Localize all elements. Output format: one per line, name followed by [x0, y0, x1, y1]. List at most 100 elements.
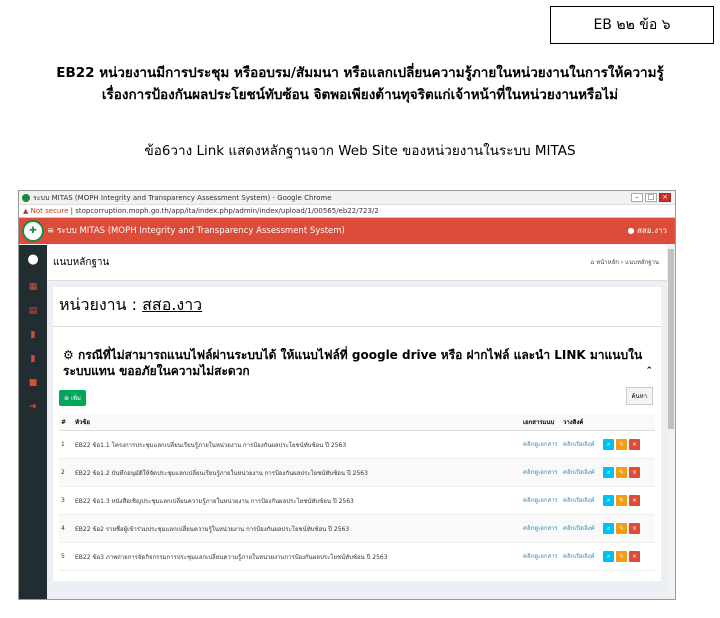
document-heading: EB22 หน่วยงานมีการประชุม หรืออบรม/สัมมนา…	[10, 62, 710, 106]
open-link-link[interactable]: คลิกเปิดลิงค์	[561, 486, 601, 515]
user-name: สสอ.งาว	[636, 226, 667, 235]
view-document-link[interactable]: คลิกดูเอกสาร	[521, 514, 561, 543]
delete-icon[interactable]: ×	[629, 495, 640, 506]
gear-icon: ⚙	[63, 348, 78, 362]
view-icon[interactable]: ⌕	[603, 439, 614, 450]
edit-icon[interactable]: ✎	[616, 523, 627, 534]
view-icon[interactable]: ⌕	[603, 523, 614, 534]
search-button[interactable]: ค้นหา	[625, 387, 653, 405]
edit-icon[interactable]: ✎	[616, 467, 627, 478]
window-title: ระบบ MITAS (MOPH Integrity and Transpare…	[33, 194, 332, 202]
delete-icon[interactable]: ×	[629, 467, 640, 478]
breadcrumb-current: แนบหลักฐาน	[625, 259, 659, 266]
maximize-icon[interactable]: □	[645, 193, 657, 202]
row-no: 2	[59, 458, 73, 487]
chevron-up-icon[interactable]: ⌃	[645, 363, 653, 379]
calendar-icon[interactable]: ▦	[19, 275, 47, 299]
row-title: EB22 ข้อ1.2 บันทึกอนุมัติให้จัดประชุมแลก…	[73, 458, 521, 487]
agency-label: หน่วยงาน :	[59, 295, 138, 314]
browser-title-bar: ระบบ MITAS (MOPH Integrity and Transpare…	[19, 191, 675, 205]
minimize-icon[interactable]: –	[631, 193, 643, 202]
chart-icon-2[interactable]: ▮	[19, 347, 47, 371]
open-link-link[interactable]: คลิกเปิดลิงค์	[561, 430, 601, 459]
table-row: 4 EB22 ข้อ2 รายชื่อผู้เข้าร่วมประชุมแลกเ…	[59, 514, 655, 543]
table-row: 3 EB22 ข้อ1.3 หนังสือเชิญประชุมแลกเปลี่ย…	[59, 486, 655, 515]
edit-icon[interactable]: ✎	[616, 551, 627, 562]
page-scrollbar[interactable]	[667, 245, 675, 599]
view-document-link[interactable]: คลิกดูเอกสาร	[521, 458, 561, 487]
document-icon[interactable]: ▤	[19, 299, 47, 323]
page-title: แนบหลักฐาน	[53, 257, 110, 268]
window-controls: – □ ×	[631, 193, 671, 202]
row-actions: ⌕ ✎ ×	[601, 542, 655, 571]
logout-icon[interactable]: ➜	[19, 395, 47, 419]
delete-icon[interactable]: ×	[629, 551, 640, 562]
table-header-row: # หัวข้อ เอกสารแนบ วางลิงค์	[59, 414, 655, 431]
row-title: EB22 ข้อ1.1 โครงการประชุมแลกเปลี่ยนเรียน…	[73, 430, 521, 459]
row-no: 3	[59, 486, 73, 515]
notice-box: ⚙ กรณีที่ไม่สามารถแนบไฟล์ผ่านระบบได้ ให้…	[53, 327, 661, 381]
col-attachment: เอกสารแนบ	[521, 414, 561, 431]
scrollbar-thumb[interactable]	[668, 249, 674, 429]
app-navbar: ✚ ≡ ระบบ MITAS (MOPH Integrity and Trans…	[19, 218, 675, 244]
view-icon[interactable]: ⌕	[603, 551, 614, 562]
view-icon[interactable]: ⌕	[603, 467, 614, 478]
sidebar: ● ▦ ▤ ▮ ▮ ■ ➜	[19, 245, 47, 599]
address-bar[interactable]: ▲ Not secure | stopcorruption.moph.go.th…	[19, 205, 675, 218]
edit-icon[interactable]: ✎	[616, 439, 627, 450]
col-title: หัวข้อ	[73, 414, 521, 431]
avatar-icon: ●	[27, 252, 39, 267]
heading-line-1: EB22 หน่วยงานมีการประชุม หรืออบรม/สัมมนา…	[56, 65, 664, 81]
view-document-link[interactable]: คลิกดูเอกสาร	[521, 430, 561, 459]
breadcrumb: ⌂ หน้าหลัก › แนบหลักฐาน	[591, 245, 659, 281]
evidence-table: # หัวข้อ เอกสารแนบ วางลิงค์ 1 EB22 ข้อ1.…	[59, 414, 655, 571]
agency-heading: หน่วยงาน : สสอ.งาว	[53, 287, 661, 327]
open-link-link[interactable]: คลิกเปิดลิงค์	[561, 458, 601, 487]
close-icon[interactable]: ×	[659, 193, 671, 202]
warning-icon: ▲	[23, 207, 29, 215]
open-link-link[interactable]: คลิกเปิดลิงค์	[561, 514, 601, 543]
reference-label: EB ๒๒ ข้อ ๖	[550, 6, 714, 44]
col-actions	[601, 414, 655, 431]
row-actions: ⌕ ✎ ×	[601, 430, 655, 459]
page-header: แนบหลักฐาน ⌂ หน้าหลัก › แนบหลักฐาน	[47, 245, 667, 281]
col-link: วางลิงค์	[561, 414, 601, 431]
embedded-screenshot: ระบบ MITAS (MOPH Integrity and Transpare…	[18, 190, 676, 600]
heading-line-2: เรื่องการป้องกันผลประโยชน์ทับซ้อน จิตพอเ…	[101, 87, 619, 103]
delete-icon[interactable]: ×	[629, 439, 640, 450]
row-title: EB22 ข้อ1.3 หนังสือเชิญประชุมแลกเปลี่ยนค…	[73, 486, 521, 515]
delete-icon[interactable]: ×	[629, 523, 640, 534]
open-link-link[interactable]: คลิกเปิดลิงค์	[561, 542, 601, 571]
main-content: แนบหลักฐาน ⌂ หน้าหลัก › แนบหลักฐาน หน่วย…	[47, 245, 667, 599]
favicon-icon	[22, 194, 30, 202]
table-row: 1 EB22 ข้อ1.1 โครงการประชุมแลกเปลี่ยนเรี…	[59, 430, 655, 459]
not-secure-label: Not secure	[30, 207, 69, 215]
user-icon: ●	[627, 226, 635, 235]
row-no: 1	[59, 430, 73, 459]
chart-icon[interactable]: ▮	[19, 323, 47, 347]
edit-icon[interactable]: ✎	[616, 495, 627, 506]
breadcrumb-home[interactable]: หน้าหลัก	[596, 259, 619, 266]
row-no: 5	[59, 542, 73, 571]
view-document-link[interactable]: คลิกดูเอกสาร	[521, 542, 561, 571]
moph-logo-icon: ✚	[22, 220, 44, 242]
heading-item: ข้อ6วาง Link แสดงหลักฐานจาก Web Site ของ…	[144, 143, 576, 159]
view-document-link[interactable]: คลิกดูเอกสาร	[521, 486, 561, 515]
plus-icon: ⊕	[64, 395, 71, 402]
row-no: 4	[59, 514, 73, 543]
row-actions: ⌕ ✎ ×	[601, 486, 655, 515]
row-actions: ⌕ ✎ ×	[601, 514, 655, 543]
row-title: EB22 ข้อ2 รายชื่อผู้เข้าร่วมประชุมแลกเปล…	[73, 514, 521, 543]
box-icon[interactable]: ■	[19, 371, 47, 395]
agency-name: สสอ.งาว	[142, 295, 203, 314]
add-button[interactable]: ⊕ เพิ่ม	[59, 390, 86, 406]
col-no: #	[59, 414, 73, 431]
view-icon[interactable]: ⌕	[603, 495, 614, 506]
table-row: 5 EB22 ข้อ3 ภาพถ่ายการจัดกิจกรรมการประชุ…	[59, 542, 655, 571]
row-title: EB22 ข้อ3 ภาพถ่ายการจัดกิจกรรมการประชุมแ…	[73, 542, 521, 571]
notice-text: กรณีที่ไม่สามารถแนบไฟล์ผ่านระบบได้ ให้แน…	[63, 348, 643, 378]
row-actions: ⌕ ✎ ×	[601, 458, 655, 487]
table-row: 2 EB22 ข้อ1.2 บันทึกอนุมัติให้จัดประชุมแ…	[59, 458, 655, 487]
menu-toggle-icon[interactable]: ≡	[47, 226, 57, 236]
user-menu[interactable]: ● สสอ.งาว	[627, 218, 667, 244]
